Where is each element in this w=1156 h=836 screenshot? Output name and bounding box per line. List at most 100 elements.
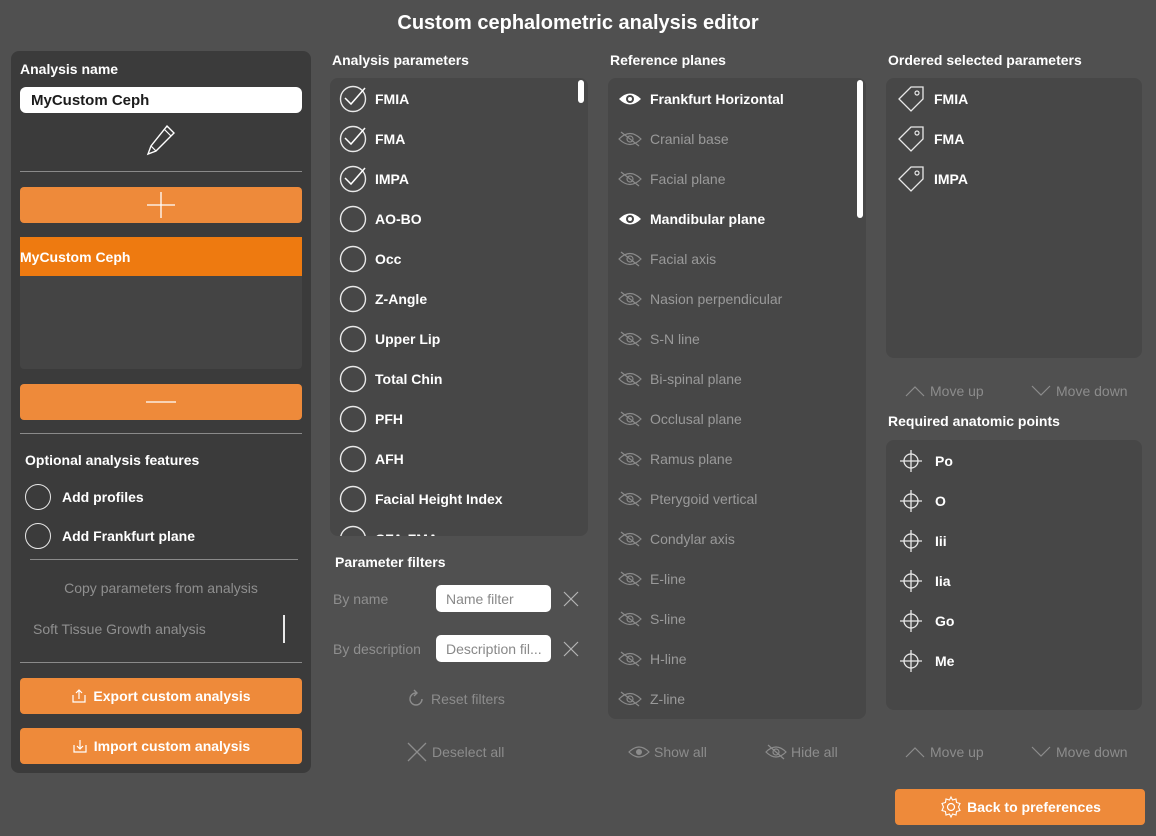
plane-row[interactable]: S-line [618, 599, 686, 639]
import-button[interactable]: Import custom analysis [20, 728, 302, 764]
by-name-label: By name [333, 591, 389, 607]
eye-slash-icon [618, 131, 642, 147]
plane-row[interactable]: Nasion perpendicular [618, 279, 782, 319]
pen-icon[interactable] [145, 123, 177, 157]
eye-slash-icon [618, 291, 642, 307]
plane-label: Cranial base [650, 131, 729, 147]
ordered-label: FMA [934, 131, 965, 147]
back-to-preferences-button[interactable]: Back to preferences [895, 789, 1145, 825]
eye-slash-icon [618, 491, 642, 507]
analysis-list-item[interactable]: MyCustom Ceph [20, 237, 302, 276]
plane-row[interactable]: Bi-spinal plane [618, 359, 742, 399]
divider [20, 433, 302, 434]
point-row[interactable]: Me [899, 641, 954, 681]
point-row[interactable]: Iii [899, 521, 947, 561]
plane-row[interactable]: Facial axis [618, 239, 716, 279]
tag-icon [898, 166, 924, 192]
plane-row[interactable]: Occlusal plane [618, 399, 742, 439]
ordered-row[interactable]: FMA [896, 119, 964, 159]
gear-icon [941, 795, 961, 819]
eye-slash-icon [618, 411, 642, 427]
divider [20, 171, 302, 172]
eye-icon [628, 746, 650, 758]
hide-all-button[interactable]: Hide all [765, 744, 838, 760]
plane-row[interactable]: Ramus plane [618, 439, 733, 479]
select-caret [283, 615, 285, 643]
parameter-row[interactable]: Z-Angle [339, 279, 427, 319]
parameter-row[interactable]: FMA [339, 119, 405, 159]
point-label: Iia [935, 573, 951, 589]
reset-filters-button[interactable]: Reset filters [405, 688, 505, 710]
planes-scrollbar[interactable] [857, 80, 863, 218]
eye-slash-icon [618, 531, 642, 547]
tag-icon [898, 86, 924, 112]
ordered-header: Ordered selected parameters [888, 52, 1082, 68]
eye-slash-icon [618, 171, 642, 187]
plane-label: H-line [650, 651, 687, 667]
plane-label: Pterygoid vertical [650, 491, 758, 507]
parameter-row[interactable]: PFH [339, 399, 403, 439]
plane-row[interactable]: Pterygoid vertical [618, 479, 757, 519]
clear-description-filter-icon[interactable] [562, 640, 580, 663]
ordered-row[interactable]: IMPA [896, 159, 968, 199]
ordered-move-down-button[interactable]: Move down [1030, 383, 1128, 399]
point-row[interactable]: Po [899, 441, 953, 481]
point-label: Iii [935, 533, 947, 549]
checked-circle-icon [339, 85, 367, 113]
parameter-row[interactable]: Occ [339, 239, 401, 279]
plane-row[interactable]: S-N line [618, 319, 700, 359]
point-row[interactable]: Go [899, 601, 954, 641]
circle-icon [339, 445, 367, 473]
clear-name-filter-icon[interactable] [562, 590, 580, 613]
point-row[interactable]: Iia [899, 561, 951, 601]
copy-source-select[interactable]: Soft Tissue Growth analysis [33, 621, 206, 637]
parameter-row[interactable]: Upper Lip [339, 319, 440, 359]
ordered-row[interactable]: FMIA [896, 79, 968, 119]
parameter-row[interactable]: Facial Height Index [339, 479, 503, 519]
points-move-down-button[interactable]: Move down [1030, 744, 1128, 760]
plane-row[interactable]: H-line [618, 639, 687, 679]
parameter-label: CFA-FMA [375, 531, 438, 536]
parameters-list: FMIA FMA IMPA AO-BO Occ Z-Angle Upper Lip Total… [330, 78, 588, 536]
crosshair-icon [900, 490, 922, 512]
parameter-row[interactable]: CFA-FMA [339, 519, 438, 536]
circle-icon [340, 525, 366, 536]
plane-row[interactable]: E-line [618, 559, 686, 599]
tag-icon [898, 126, 924, 152]
show-all-button[interactable]: Show all [628, 744, 707, 760]
add-frankfurt-checkbox[interactable] [25, 523, 51, 549]
points-move-up-button[interactable]: Move up [904, 744, 984, 760]
hide-all-label: Hide all [791, 744, 838, 760]
plane-row[interactable]: Facial plane [618, 159, 726, 199]
parameters-scrollbar[interactable] [578, 80, 584, 103]
plane-row[interactable]: Cranial base [618, 119, 729, 159]
window-title: Custom cephalometric analysis editor [397, 12, 759, 34]
plane-row[interactable]: Frankfurt Horizontal [618, 79, 784, 119]
plane-row[interactable]: Z-line [618, 679, 685, 719]
deselect-all-button[interactable]: Deselect all [406, 741, 504, 763]
ordered-move-up-button[interactable]: Move up [904, 383, 984, 399]
circle-icon [339, 485, 367, 513]
parameter-label: Facial Height Index [375, 491, 503, 507]
export-button[interactable]: Export custom analysis [20, 678, 302, 714]
plane-row[interactable]: Mandibular plane [618, 199, 765, 239]
planes-header: Reference planes [610, 52, 726, 68]
parameter-row[interactable]: IMPA [339, 159, 409, 199]
add-profiles-checkbox[interactable] [25, 484, 51, 510]
by-description-label: By description [333, 641, 421, 657]
parameter-row[interactable]: AO-BO [339, 199, 422, 239]
parameter-row[interactable]: Total Chin [339, 359, 442, 399]
ordered-move-down-label: Move down [1056, 383, 1128, 399]
add-analysis-button[interactable] [20, 187, 302, 223]
parameter-label: AFH [375, 451, 404, 467]
plane-label: E-line [650, 571, 686, 587]
show-all-label: Show all [654, 744, 707, 760]
parameter-row[interactable]: FMIA [339, 79, 409, 119]
remove-analysis-button[interactable] [20, 384, 302, 420]
plane-row[interactable]: Condylar axis [618, 519, 735, 559]
parameter-row[interactable]: AFH [339, 439, 404, 479]
name-filter-input[interactable]: Name filter [436, 585, 551, 612]
point-row[interactable]: O [899, 481, 946, 521]
analysis-name-input[interactable] [20, 87, 302, 113]
description-filter-input[interactable]: Description fil... [436, 635, 551, 662]
